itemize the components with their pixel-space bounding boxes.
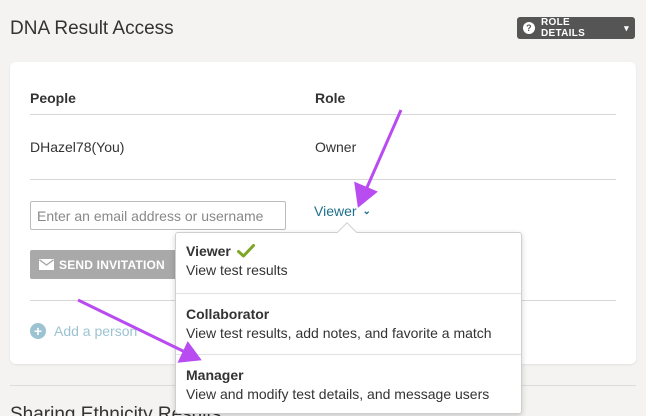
- role-dropdown-menu: Viewer View test results Collaborator Vi…: [175, 222, 522, 414]
- role-option-description: View test results, add notes, and favori…: [186, 325, 492, 341]
- person-role: Owner: [315, 139, 357, 155]
- role-select-value: Viewer: [314, 203, 357, 219]
- chevron-down-icon: ⌄: [362, 205, 371, 217]
- role-details-label: ROLE DETAILS: [541, 17, 586, 39]
- person-name: DHazel78(You): [30, 139, 125, 155]
- row-divider: [30, 179, 616, 180]
- add-person-link[interactable]: + Add a person: [30, 323, 137, 339]
- role-option-name: Collaborator: [186, 306, 270, 322]
- role-option-collaborator[interactable]: Collaborator View test results, add note…: [176, 293, 521, 354]
- role-option-description: View test results: [186, 262, 288, 278]
- role-option-viewer[interactable]: Viewer View test results: [176, 243, 521, 293]
- header-divider: [30, 114, 616, 115]
- role-details-button[interactable]: ? ROLE DETAILS ▾: [517, 17, 635, 39]
- plus-circle-icon: +: [30, 323, 46, 339]
- role-option-manager[interactable]: Manager View and modify test details, an…: [176, 354, 521, 414]
- people-column-header: People: [30, 90, 76, 106]
- envelope-icon: [39, 259, 54, 270]
- chevron-down-icon: ▾: [624, 22, 629, 33]
- email-input[interactable]: [30, 201, 286, 230]
- page-title: DNA Result Access: [10, 18, 174, 39]
- send-invitation-button[interactable]: SEND INVITATION: [30, 250, 180, 279]
- question-circle-icon: ?: [523, 22, 535, 34]
- role-option-name: Viewer: [186, 243, 231, 259]
- add-person-label: Add a person: [54, 323, 138, 339]
- role-column-header: Role: [315, 90, 346, 106]
- role-option-description: View and modify test details, and messag…: [186, 386, 490, 402]
- role-option-name: Manager: [186, 367, 244, 383]
- checkmark-icon: [236, 244, 255, 258]
- role-select[interactable]: Viewer ⌄: [314, 203, 371, 219]
- send-invitation-label: SEND INVITATION: [59, 257, 165, 272]
